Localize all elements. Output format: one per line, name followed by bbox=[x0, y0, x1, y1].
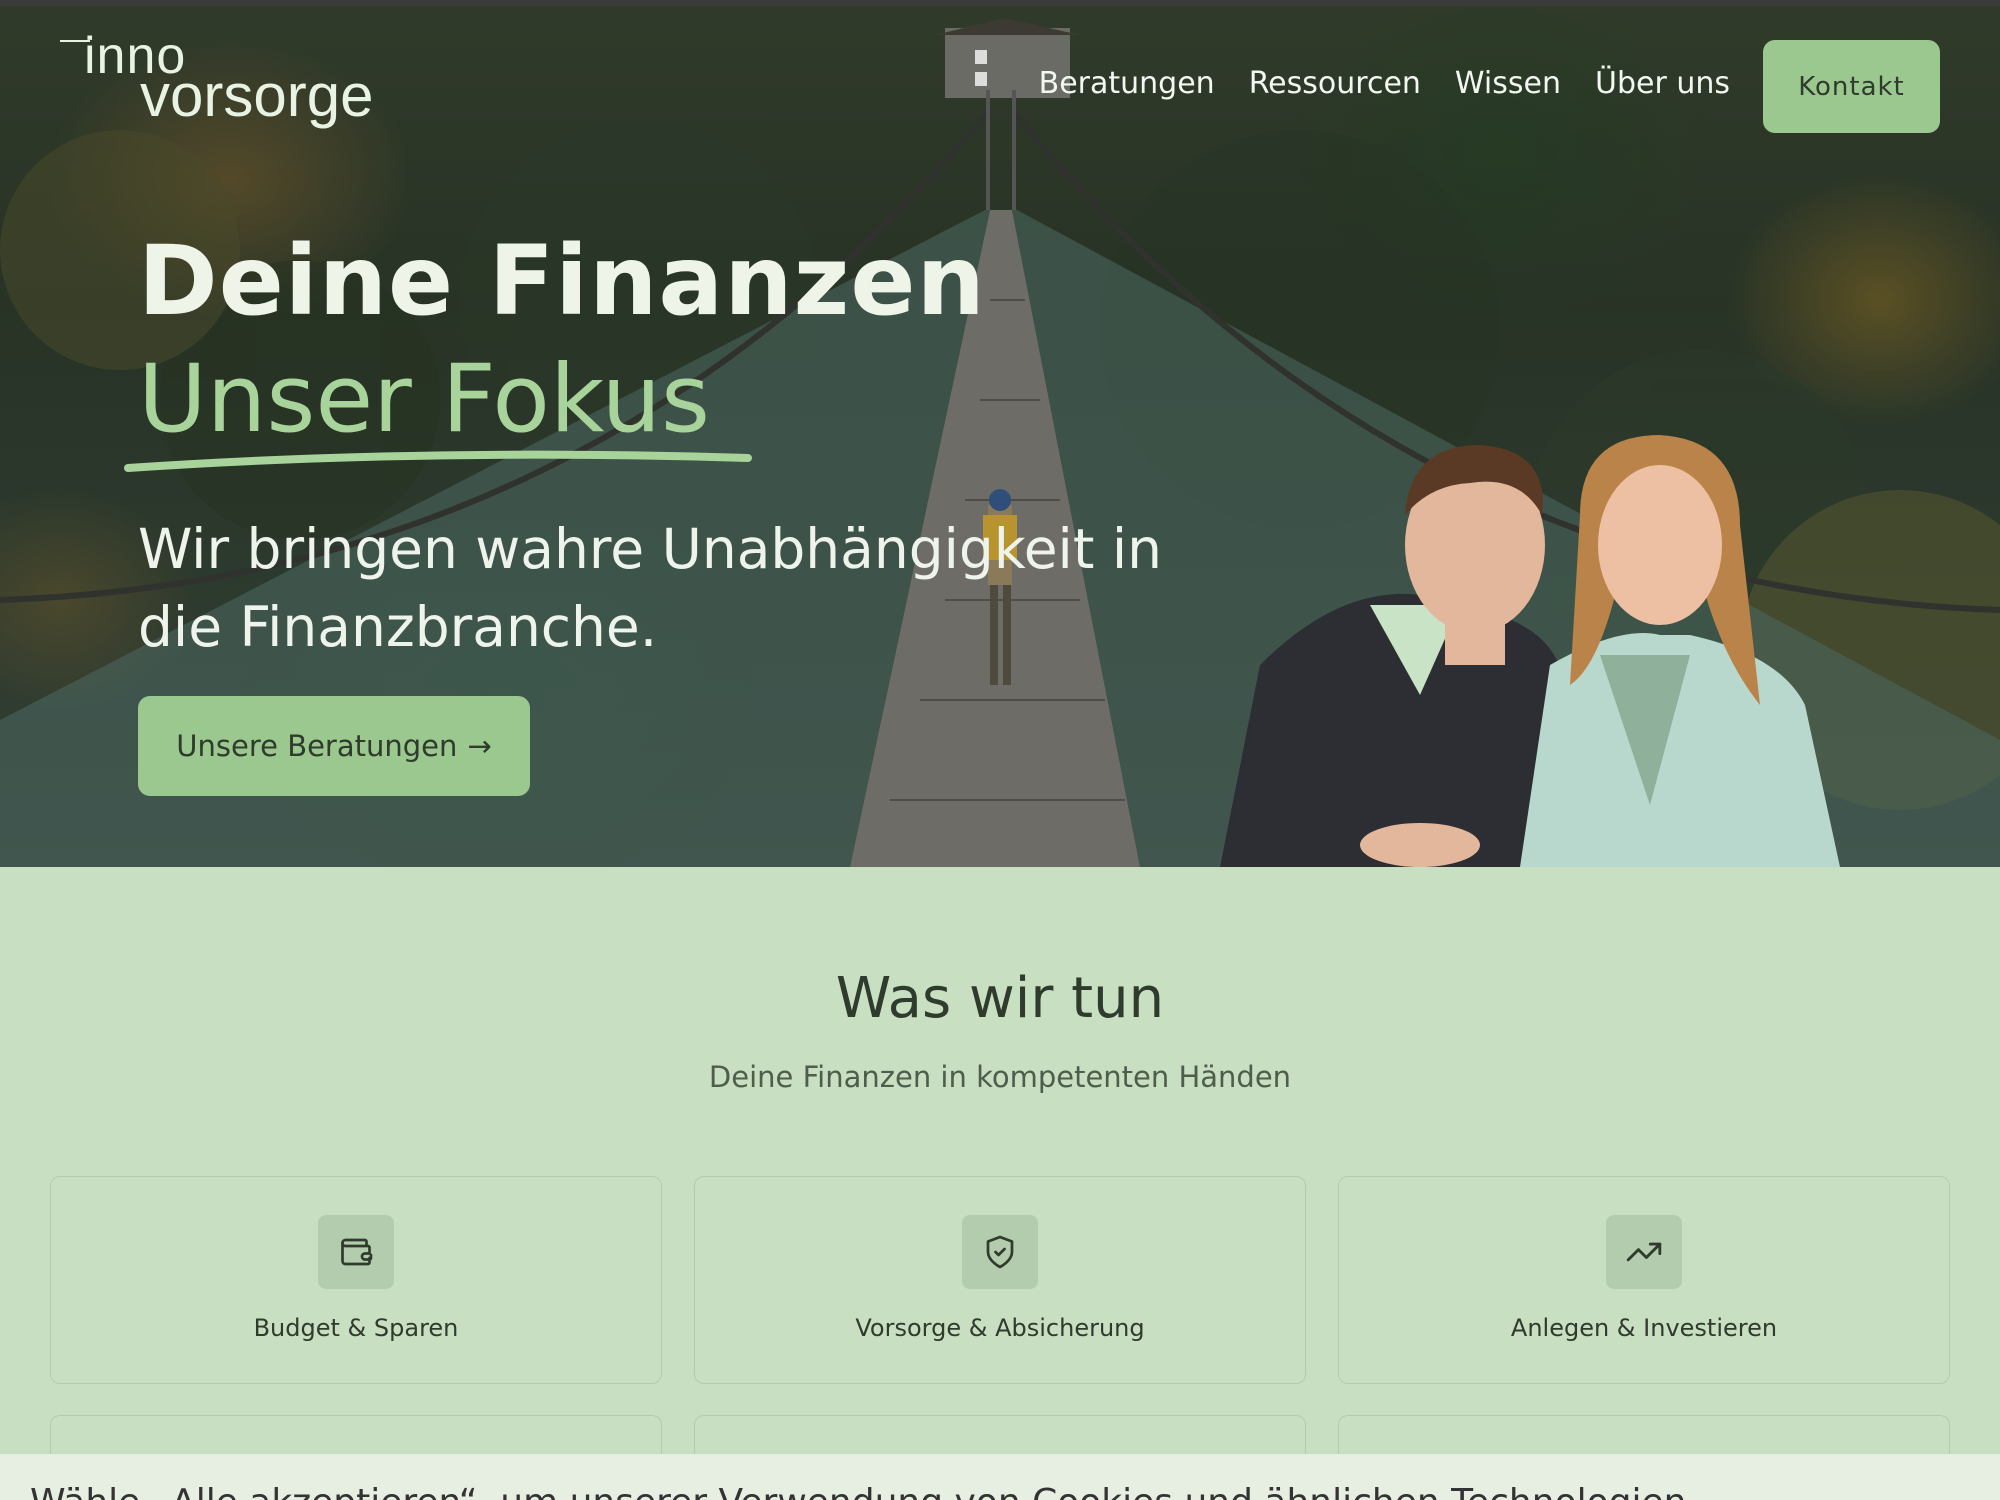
service-card-row2-1[interactable] bbox=[50, 1415, 662, 1455]
contact-button[interactable]: Kontakt bbox=[1763, 40, 1940, 133]
service-card-label: Budget & Sparen bbox=[253, 1314, 459, 1342]
shield-check-icon bbox=[962, 1215, 1038, 1289]
nav-item-ressourcen[interactable]: Ressourcen bbox=[1249, 66, 1421, 101]
hero-section: inno vorsorge Beratungen Ressourcen Wiss… bbox=[0, 0, 2000, 867]
logo-text-vorsorge: vorsorge bbox=[140, 62, 374, 129]
beratungen-cta-button[interactable]: Unsere Beratungen → bbox=[138, 696, 530, 796]
service-card-row2-3[interactable] bbox=[1338, 1415, 1950, 1455]
services-title: Was wir tun bbox=[835, 966, 1165, 1031]
nav-item-beratungen[interactable]: Beratungen bbox=[1039, 66, 1215, 101]
advisors-photo bbox=[1220, 435, 1840, 867]
service-card-anlegen[interactable]: Anlegen & Investieren bbox=[1338, 1176, 1950, 1384]
top-strip bbox=[0, 0, 2000, 6]
hero-headline: Deine Finanzen bbox=[138, 225, 986, 337]
main-nav: Beratungen Ressourcen Wissen Über uns bbox=[1039, 66, 1730, 101]
service-card-label: Anlegen & Investieren bbox=[1510, 1314, 1778, 1342]
cookie-banner: Wähle „Alle akzeptieren“, um unserer Ver… bbox=[0, 1454, 2000, 1500]
service-card-budget[interactable]: Budget & Sparen bbox=[50, 1176, 662, 1384]
nav-item-wissen[interactable]: Wissen bbox=[1455, 66, 1561, 101]
arrow-right-icon: → bbox=[467, 729, 492, 763]
hero-headline-accent: Unser Fokus bbox=[138, 345, 711, 454]
cta-label: Unsere Beratungen bbox=[176, 729, 458, 763]
nav-item-ueber-uns[interactable]: Über uns bbox=[1595, 66, 1730, 101]
service-card-row2-2[interactable] bbox=[694, 1415, 1306, 1455]
services-subtitle: Deine Finanzen in kompetenten Händen bbox=[708, 1060, 1292, 1094]
trending-up-icon bbox=[1606, 1215, 1682, 1289]
service-card-vorsorge[interactable]: Vorsorge & Absicherung bbox=[694, 1176, 1306, 1384]
hero-lead: Wir bringen wahre Unabhängigkeit in die … bbox=[138, 517, 1163, 659]
wallet-icon bbox=[318, 1215, 394, 1289]
headline-underline-decoration bbox=[124, 450, 752, 472]
service-card-label: Vorsorge & Absicherung bbox=[855, 1314, 1145, 1342]
cookie-banner-text: Wähle „Alle akzeptieren“, um unserer Ver… bbox=[30, 1482, 1686, 1500]
